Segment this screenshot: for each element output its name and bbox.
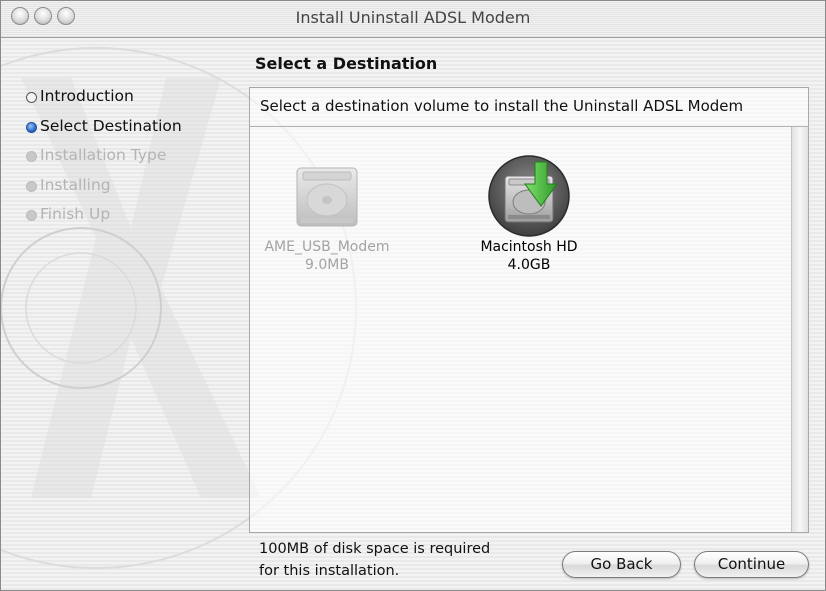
volume-size: 4.0GB <box>507 257 551 273</box>
step-label: Finish Up <box>40 205 111 223</box>
step-select-destination: Select Destination <box>26 117 182 147</box>
continue-button[interactable]: Continue <box>694 551 809 578</box>
step-pending-bullet-icon <box>26 151 37 162</box>
step-introduction: Introduction <box>26 87 182 117</box>
volume-ame-usb-modem: AME_USB_Modem 9.0MB <box>262 154 392 274</box>
step-done-bullet-icon <box>26 92 37 103</box>
step-list: Introduction Select Destination Installa… <box>26 87 182 235</box>
volume-name: AME_USB_Modem <box>264 239 390 255</box>
disk-space-note-line1: 100MB of disk space is required <box>259 541 491 557</box>
step-current-bullet-icon <box>26 121 37 133</box>
go-back-button[interactable]: Go Back <box>562 551 681 578</box>
hard-disk-icon <box>296 167 358 227</box>
window-title: Install Uninstall ADSL Modem <box>295 8 531 27</box>
installer-content: Select a Destination Introduction Select… <box>1 38 825 590</box>
step-label: Select Destination <box>40 116 182 135</box>
volume-size: 9.0MB <box>305 257 349 273</box>
step-installing: Installing <box>26 176 182 206</box>
destination-panel-header: Select a destination volume to install t… <box>250 88 808 127</box>
step-label: Installation Type <box>40 146 167 164</box>
selected-hard-disk-icon[interactable] <box>487 154 571 238</box>
volume-name: Macintosh HD <box>480 239 578 255</box>
title-bar[interactable]: Install Uninstall ADSL Modem <box>1 1 825 38</box>
disk-space-note: 100MB of disk space is required for this… <box>259 538 490 582</box>
step-pending-bullet-icon <box>26 180 37 192</box>
installer-window: Install Uninstall ADSL Modem Select a De… <box>0 0 826 591</box>
step-pending-bullet-icon <box>26 210 37 221</box>
vertical-scrollbar[interactable] <box>791 127 808 532</box>
destination-instructions: Select a destination volume to install t… <box>260 97 744 115</box>
destination-panel: Select a destination volume to install t… <box>249 87 809 533</box>
step-finish-up: Finish Up <box>26 205 182 235</box>
step-label: Introduction <box>40 87 134 105</box>
step-label: Installing <box>40 175 111 194</box>
step-installation-type: Installation Type <box>26 146 182 176</box>
volume-macintosh-hd[interactable]: Macintosh HD 4.0GB <box>464 154 594 274</box>
page-title: Select a Destination <box>255 54 438 73</box>
disk-space-note-line2: for this installation. <box>259 563 400 579</box>
